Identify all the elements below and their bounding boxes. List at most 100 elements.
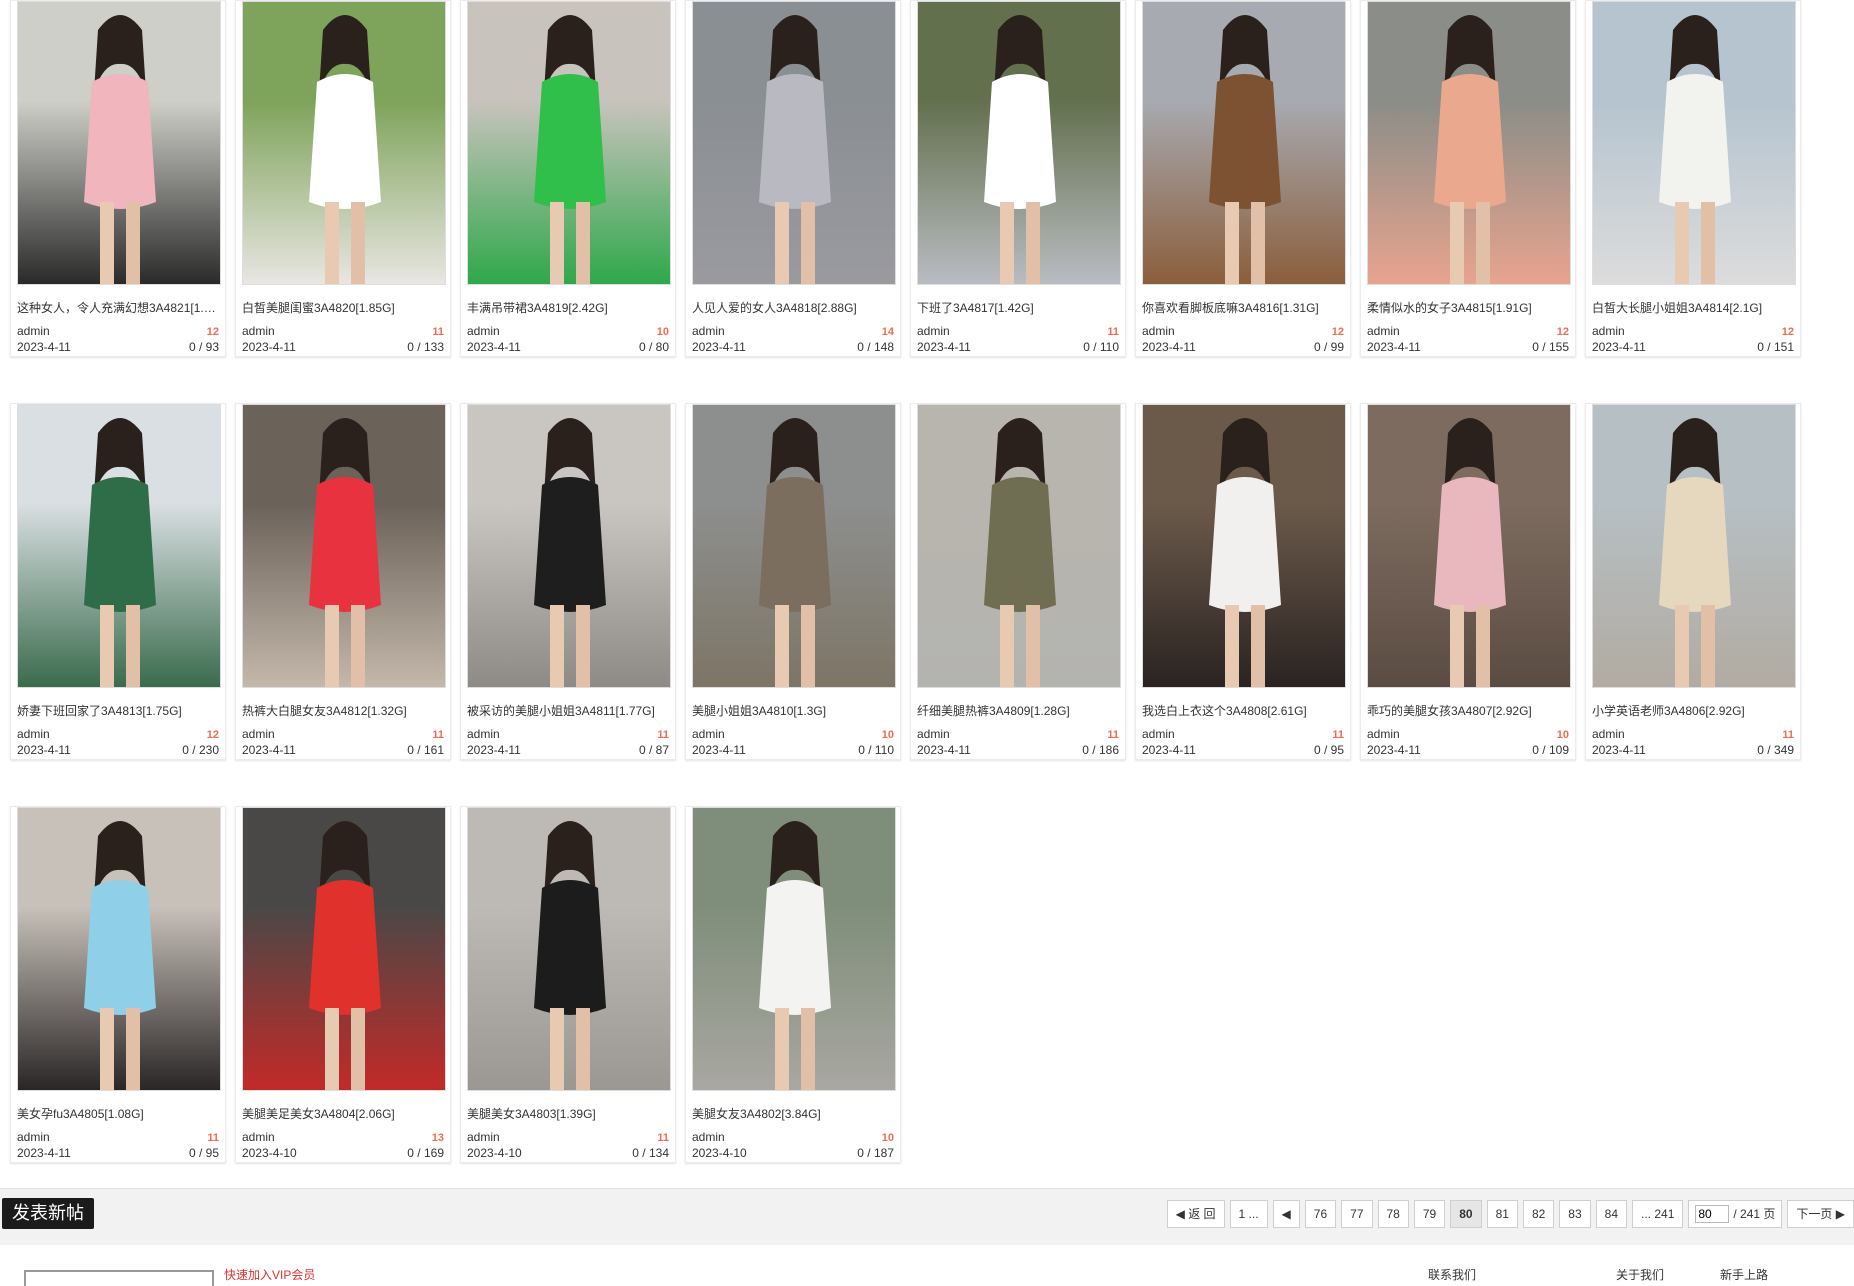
thread-title[interactable]: 美腿美足美女3A4804[2.06G] [242,1105,444,1122]
thread-title[interactable]: 美女孕fu3A4805[1.08G] [17,1105,219,1122]
thread-author[interactable]: admin [17,727,50,741]
thread-thumbnail[interactable] [1367,404,1571,688]
thread-author[interactable]: admin [1142,324,1175,338]
page-jump-input[interactable] [1695,1205,1730,1223]
thread-title[interactable]: 丰满吊带裙3A4819[2.42G] [467,299,669,316]
thread-thumbnail[interactable] [692,404,896,688]
thread-thumbnail[interactable] [1367,1,1571,285]
thread-author[interactable]: admin [917,324,950,338]
page-link[interactable]: 81 [1486,1200,1518,1228]
thread-title[interactable]: 我选白上衣这个3A4808[2.61G] [1142,702,1344,719]
total-pages-label: / 241 页 [1733,1207,1776,1221]
thread-thumbnail[interactable] [467,404,671,688]
thread-thumbnail[interactable] [467,1,671,285]
photo-figure [84,821,156,1090]
photo-figure [1434,418,1506,687]
thread-title[interactable]: 美腿女友3A4802[3.84G] [692,1105,894,1122]
thread-title[interactable]: 这种女人，令人充满幻想3A4821[1.… [17,299,219,316]
image-count-badge: 12 [206,729,219,741]
thread-thumbnail[interactable] [692,1,896,285]
thread-thumbnail[interactable] [917,1,1121,285]
thread-title[interactable]: 白皙大长腿小姐姐3A4814[2.1G] [1592,299,1794,316]
thread-thumbnail[interactable] [1142,404,1346,688]
thread-title[interactable]: 你喜欢看脚板底嘛3A4816[1.31G] [1142,299,1344,316]
thread-title[interactable]: 小学英语老师3A4806[2.92G] [1592,702,1794,719]
page-link[interactable]: 78 [1377,1200,1409,1228]
next-page-button[interactable]: 下一页 ▶ [1787,1200,1854,1228]
thread-title[interactable]: 白皙美腿闺蜜3A4820[1.85G] [242,299,444,316]
reply-view-count: 0 / 80 [638,340,669,354]
thread-title[interactable]: 娇妻下班回家了3A4813[1.75G] [17,702,219,719]
thread-title[interactable]: 美腿美女3A4803[1.39G] [467,1105,669,1122]
thread-author[interactable]: admin [1367,324,1400,338]
page-link[interactable]: 76 [1304,1200,1337,1228]
thread-thumbnail[interactable] [1142,1,1346,285]
thread-card: 白皙美腿闺蜜3A4820[1.85G] admin 11 2023-4-11 0… [235,0,451,357]
last-page-link[interactable]: ... 241 [1632,1200,1684,1228]
thread-author[interactable]: admin [692,1130,725,1144]
current-page[interactable]: 80 [1450,1200,1482,1228]
thread-author[interactable]: admin [692,324,725,338]
thread-author[interactable]: admin [17,1130,50,1144]
thread-title[interactable]: 热裤大白腿女友3A4812[1.32G] [242,702,444,719]
image-count-badge: 11 [432,729,444,741]
page-link[interactable]: 83 [1559,1200,1591,1228]
prev-page-button[interactable]: ◀ [1272,1200,1300,1228]
thread-author[interactable]: admin [467,1130,500,1144]
thread-thumbnail[interactable] [1592,404,1796,688]
image-count-badge: 10 [1556,729,1569,741]
thread-thumbnail[interactable] [242,1,446,285]
thread-title[interactable]: 美腿小姐姐3A4810[1.3G] [692,702,894,719]
thread-title[interactable]: 人见人爱的女人3A4818[2.88G] [692,299,894,316]
thread-card: 纤细美腿热裤3A4809[1.28G] admin 11 2023-4-11 0… [910,403,1126,760]
thread-card: 我选白上衣这个3A4808[2.61G] admin 11 2023-4-11 … [1135,403,1351,760]
thread-stats-row: 2023-4-11 0 / 230 [17,743,219,757]
page-link[interactable]: 77 [1341,1200,1373,1228]
thread-author[interactable]: admin [467,727,500,741]
page-link[interactable]: 79 [1413,1200,1446,1228]
thread-card: 你喜欢看脚板底嘛3A4816[1.31G] admin 12 2023-4-11… [1135,0,1351,357]
thread-thumbnail[interactable] [1592,1,1796,285]
thread-author[interactable]: admin [1592,727,1625,741]
thread-thumbnail[interactable] [17,404,221,688]
back-button[interactable]: ◀ 返 回 [1166,1200,1225,1228]
contact-link[interactable]: 联系我们 [1428,1266,1476,1283]
thread-title[interactable]: 纤细美腿热裤3A4809[1.28G] [917,702,1119,719]
thread-author[interactable]: admin [692,727,725,741]
thread-author[interactable]: admin [1592,324,1625,338]
thread-author[interactable]: admin [917,727,950,741]
thread-author[interactable]: admin [1142,727,1175,741]
thread-author[interactable]: admin [242,727,275,741]
first-page-link[interactable]: 1 ... [1229,1200,1268,1228]
thread-author[interactable]: admin [242,324,275,338]
thread-card: 小学英语老师3A4806[2.92G] admin 11 2023-4-11 0… [1585,403,1801,760]
new-post-button[interactable]: 发表新帖 [2,1198,94,1229]
image-count-badge: 11 [657,729,669,741]
thread-author[interactable]: admin [467,324,500,338]
thread-title[interactable]: 乖巧的美腿女孩3A4807[2.92G] [1367,702,1569,719]
thread-author[interactable]: admin [1367,727,1400,741]
thread-title[interactable]: 柔情似水的女子3A4815[1.91G] [1367,299,1569,316]
thread-card: 人见人爱的女人3A4818[2.88G] admin 14 2023-4-11 … [685,0,901,357]
thread-author[interactable]: admin [242,1130,275,1144]
vip-join-link[interactable]: 快速加入VIP会员 [224,1266,315,1283]
thread-title[interactable]: 下班了3A4817[1.42G] [917,299,1119,316]
thread-meta-row: admin 11 [467,727,669,741]
thread-stats-row: 2023-4-10 0 / 134 [467,1146,669,1160]
page-link[interactable]: 82 [1522,1200,1555,1228]
thread-thumbnail[interactable] [17,1,221,285]
thread-thumbnail[interactable] [17,807,221,1091]
thread-card: 丰满吊带裙3A4819[2.42G] admin 10 2023-4-11 0 … [460,0,676,357]
thread-thumbnail[interactable] [692,807,896,1091]
thread-author[interactable]: admin [17,324,50,338]
thread-thumbnail[interactable] [242,807,446,1091]
thread-thumbnail[interactable] [917,404,1121,688]
page-link[interactable]: 84 [1595,1200,1628,1228]
about-link[interactable]: 关于我们 [1616,1266,1664,1283]
thread-thumbnail[interactable] [467,807,671,1091]
thread-card: 乖巧的美腿女孩3A4807[2.92G] admin 10 2023-4-11 … [1360,403,1576,760]
thread-date: 2023-4-11 [242,340,296,354]
thread-thumbnail[interactable] [242,404,446,688]
newbie-link[interactable]: 新手上路 [1720,1266,1768,1283]
thread-title[interactable]: 被采访的美腿小姐姐3A4811[1.77G] [467,702,669,719]
